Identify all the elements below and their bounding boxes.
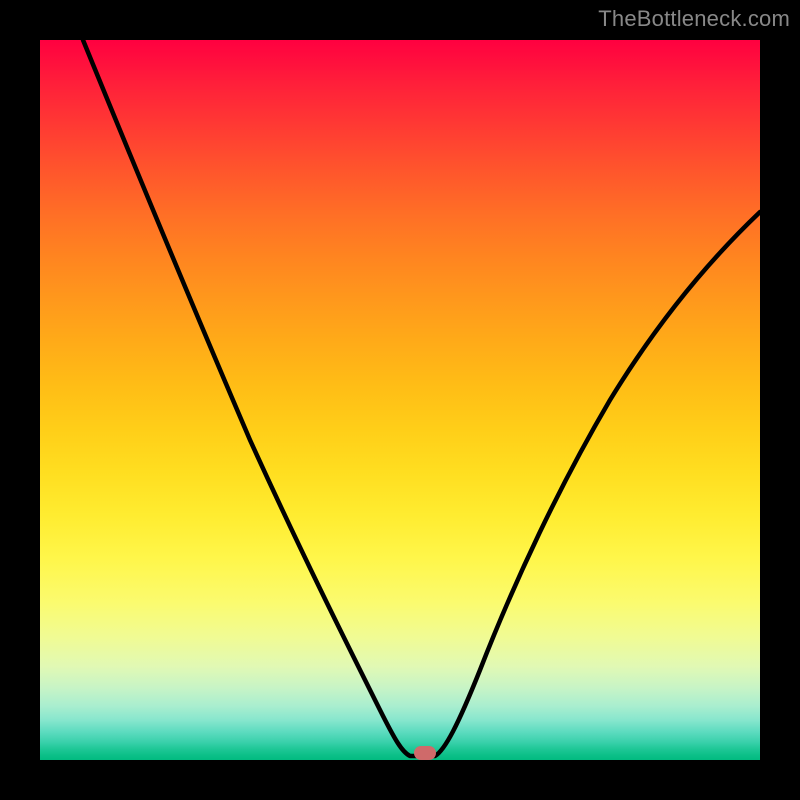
optimal-marker <box>414 746 436 760</box>
plot-area <box>40 40 760 760</box>
chart-frame: TheBottleneck.com <box>0 0 800 800</box>
bottleneck-curve <box>40 40 760 760</box>
watermark-text: TheBottleneck.com <box>598 6 790 32</box>
curve-path <box>83 40 760 756</box>
